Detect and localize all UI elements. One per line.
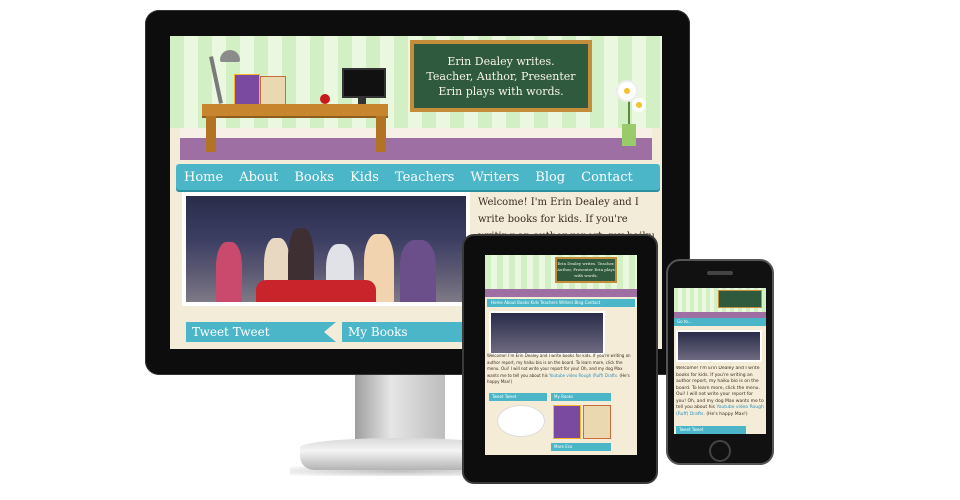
chalkboard-line: Erin Dealey writes. bbox=[447, 54, 555, 68]
tablet-hero-photo bbox=[489, 311, 605, 355]
phone-welcome-body: Welcome! I'm Erin Dealey and I write boo… bbox=[676, 366, 764, 410]
book-cover-icon[interactable] bbox=[553, 405, 581, 439]
nav-blog[interactable]: Blog bbox=[527, 170, 573, 185]
header-floor-band bbox=[180, 138, 652, 160]
header-baseboard bbox=[180, 128, 652, 138]
nav-books[interactable]: Books bbox=[286, 170, 342, 185]
book-cover-icon bbox=[234, 74, 260, 106]
desk-illustration bbox=[202, 104, 388, 118]
photo-figure bbox=[256, 280, 376, 302]
monitor-stand-neck bbox=[355, 375, 445, 443]
tablet-chalkboard: Erin Dealey writes. Teacher, Author, Pre… bbox=[555, 257, 617, 283]
desk-leg bbox=[376, 116, 386, 152]
my-books-tab: My Books bbox=[342, 322, 482, 342]
nav-about[interactable]: About bbox=[231, 170, 286, 185]
tablet-youtube-link[interactable]: Youtube video Rough (Ruff) Drafts. bbox=[549, 373, 618, 378]
book-cover-icon[interactable] bbox=[583, 405, 611, 439]
phone-nav-select[interactable]: Go to... bbox=[674, 318, 766, 326]
phone-welcome-tail: (He's happy Max!) bbox=[706, 411, 748, 417]
computer-icon bbox=[342, 68, 386, 98]
hero-photo bbox=[186, 196, 466, 302]
main-nav: Home About Books Kids Teachers Writers B… bbox=[176, 164, 660, 190]
tablet-nav[interactable]: Home About Books Kids Teachers Writers B… bbox=[487, 299, 635, 307]
apple-icon bbox=[320, 94, 330, 104]
tablet-floor-band bbox=[485, 289, 637, 297]
daisy-icon bbox=[632, 98, 646, 112]
nav-writers[interactable]: Writers bbox=[462, 170, 527, 185]
tablet-screen: Erin Dealey writes. Teacher, Author, Pre… bbox=[485, 255, 637, 455]
nav-teachers[interactable]: Teachers bbox=[387, 170, 462, 185]
computer-stand-icon bbox=[358, 96, 366, 104]
chalkboard: Erin Dealey writes. Teacher, Author, Pre… bbox=[410, 40, 592, 112]
desk-leg bbox=[206, 116, 216, 152]
flower-stem bbox=[628, 96, 630, 124]
phone-speaker bbox=[707, 271, 733, 275]
hero-photo-frame bbox=[182, 192, 470, 306]
tweet-tweet-tab: Tweet Tweet bbox=[186, 322, 336, 342]
phone-welcome-text: Welcome! I'm Erin Dealey and I write boo… bbox=[676, 366, 764, 424]
tweet-bubble-icon bbox=[497, 405, 545, 437]
tablet-books-tab: My Books bbox=[551, 393, 611, 401]
phone-tweet-tab: Tweet Tweet bbox=[676, 426, 746, 434]
flower-pot-icon bbox=[622, 124, 636, 146]
tablet-more-tab: More Eco bbox=[551, 443, 611, 451]
photo-figure bbox=[400, 240, 436, 302]
daisy-icon bbox=[618, 82, 636, 100]
phone-home-button[interactable] bbox=[709, 440, 731, 462]
phone-hero-photo bbox=[676, 330, 762, 362]
book-cover-icon bbox=[260, 76, 286, 106]
phone-screen: Go to... Welcome! I'm Erin Dealey and I … bbox=[674, 288, 766, 434]
nav-home[interactable]: Home bbox=[176, 170, 231, 185]
tablet-tweet-tab: Tweet Tweet bbox=[489, 393, 547, 401]
nav-contact[interactable]: Contact bbox=[573, 170, 641, 185]
phone-chalkboard bbox=[718, 290, 762, 308]
nav-kids[interactable]: Kids bbox=[342, 170, 387, 185]
chalkboard-line: Teacher, Author, Presenter bbox=[426, 69, 576, 83]
photo-figure bbox=[216, 242, 242, 302]
tablet-welcome-text: Welcome! I'm Erin Dealey and I write boo… bbox=[487, 353, 635, 391]
chalkboard-line: Erin plays with words. bbox=[438, 84, 564, 98]
